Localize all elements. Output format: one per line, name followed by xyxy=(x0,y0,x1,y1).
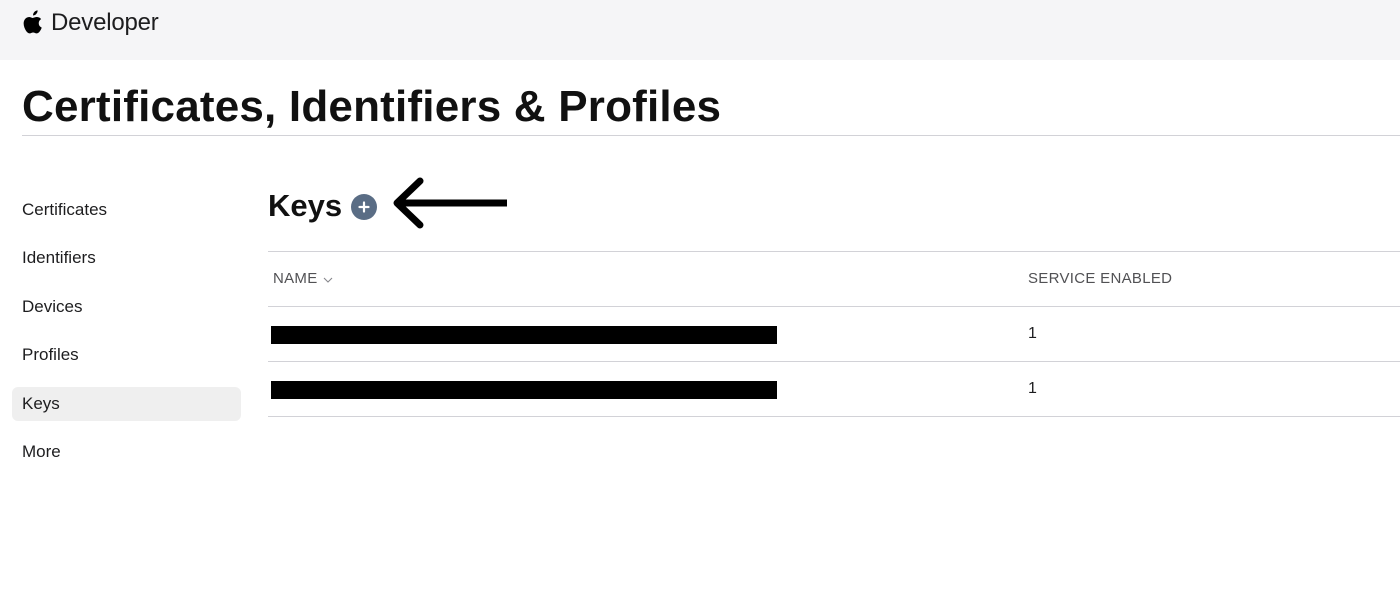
table-row[interactable]: 1 xyxy=(268,362,1400,417)
redacted-key-name xyxy=(271,326,777,344)
page-title: Certificates, Identifiers & Profiles xyxy=(22,82,722,131)
sidebar-item-certificates[interactable]: Certificates xyxy=(12,193,241,227)
chevron-down-icon xyxy=(323,277,332,283)
developer-brand-link[interactable]: Developer xyxy=(23,9,159,37)
table-top-divider xyxy=(268,251,1400,252)
sidebar-item-profiles[interactable]: Profiles xyxy=(12,338,241,372)
title-divider xyxy=(22,135,1400,136)
section-title: Keys xyxy=(268,188,343,223)
top-navigation-bar: Developer xyxy=(0,0,1400,60)
column-header-service-enabled[interactable]: SERVICE ENABLED xyxy=(1028,270,1172,287)
add-key-button[interactable] xyxy=(351,194,378,220)
sidebar-item-identifiers[interactable]: Identifiers xyxy=(12,241,241,275)
sidebar-item-more[interactable]: More xyxy=(12,435,241,469)
column-header-name[interactable]: NAME xyxy=(273,270,333,287)
left-arrow-icon xyxy=(393,177,507,229)
table-row[interactable]: 1 xyxy=(268,307,1400,362)
column-header-service-enabled-label: SERVICE ENABLED xyxy=(1028,270,1173,287)
service-enabled-count: 1 xyxy=(1028,380,1037,397)
sidebar-item-devices[interactable]: Devices xyxy=(12,290,241,324)
column-header-name-label: NAME xyxy=(273,270,318,287)
sidebar-item-keys[interactable]: Keys xyxy=(12,386,241,421)
brand-label: Developer xyxy=(51,9,159,36)
service-enabled-count: 1 xyxy=(1028,325,1037,342)
apple-logo-icon xyxy=(23,9,42,33)
sidebar: Certificates Identifiers Devices Profile… xyxy=(12,193,241,483)
keys-section-header: Keys xyxy=(268,188,378,224)
redacted-key-name xyxy=(271,381,777,399)
plus-circle-icon xyxy=(358,201,370,213)
row-divider xyxy=(268,416,1400,417)
